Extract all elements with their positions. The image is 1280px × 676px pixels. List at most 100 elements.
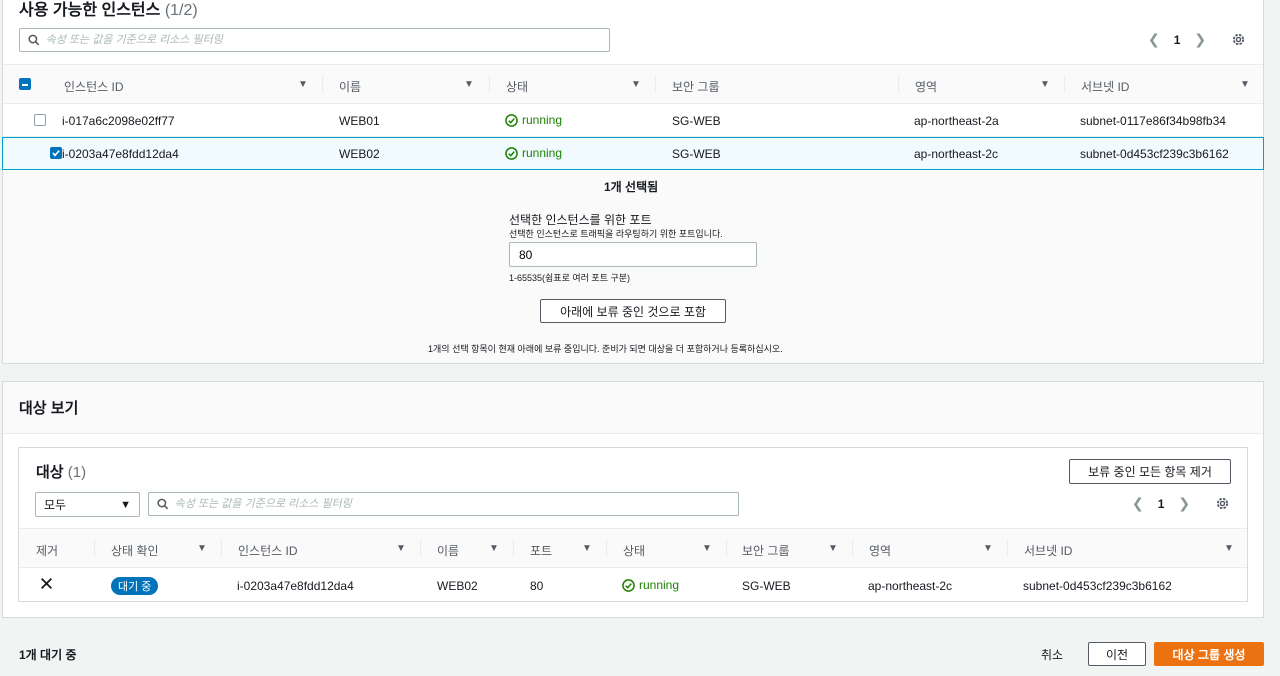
column-header-health[interactable]: 상태 확인 <box>111 542 159 559</box>
sort-caret-icon[interactable]: ▼ <box>464 79 474 90</box>
row-checkbox-checked[interactable] <box>49 147 62 159</box>
sort-caret-icon[interactable]: ▼ <box>983 543 993 554</box>
security-group: SG-WEB <box>742 579 791 593</box>
settings-gear-icon[interactable] <box>1231 32 1246 50</box>
instance-id: i-0203a47e8fdd12da4 <box>237 579 354 593</box>
status-badge: 대기 중 <box>111 577 159 595</box>
instance-name: WEB02 <box>339 147 380 161</box>
availability-zone: ap-northeast-2c <box>914 147 999 161</box>
state-label: running <box>639 578 680 592</box>
column-divider <box>655 75 656 93</box>
instance-state: running <box>505 113 562 127</box>
chevron-left-icon[interactable]: ❮ <box>1132 495 1144 512</box>
row-checkbox[interactable] <box>34 114 47 126</box>
pending-note: 1개의 선택 항목이 현재 아래에 보류 중입니다. 준비가 되면 대상을 더 … <box>428 344 783 354</box>
check-circle-icon <box>505 113 518 127</box>
checkmark-icon <box>52 150 60 157</box>
port-input[interactable] <box>509 242 757 267</box>
available-search-field[interactable] <box>19 28 610 52</box>
targets-search-field[interactable] <box>148 492 739 516</box>
security-group: SG-WEB <box>672 114 721 128</box>
sort-caret-icon[interactable]: ▼ <box>1240 79 1250 90</box>
available-search-input[interactable] <box>45 34 609 46</box>
chevron-right-icon[interactable]: ❯ <box>1194 31 1206 48</box>
sort-caret-icon[interactable]: ▼ <box>1224 543 1234 554</box>
search-icon <box>28 34 40 46</box>
column-header-zone[interactable]: 영역 <box>869 542 891 559</box>
chevron-right-icon[interactable]: ❯ <box>1178 495 1190 512</box>
column-header-state[interactable]: 상태 <box>506 78 528 95</box>
column-header-instance-id[interactable]: 인스턴스 ID <box>64 78 124 95</box>
instance-state: running <box>622 578 679 592</box>
column-divider <box>1064 75 1065 93</box>
filter-select-value: 모두 <box>44 498 67 512</box>
column-divider <box>221 539 222 557</box>
targets-heading: 대상 (1) <box>36 461 86 482</box>
subnet-id: subnet-0d453cf239c3b6162 <box>1023 579 1172 593</box>
targets-title: 대상 <box>36 464 64 481</box>
sort-caret-icon[interactable]: ▼ <box>1040 79 1050 90</box>
review-header-band <box>3 382 1263 434</box>
sort-caret-icon[interactable]: ▼ <box>631 79 641 90</box>
port-label: 선택한 인스턴스를 위한 포트 <box>509 213 652 227</box>
remove-all-pending-button[interactable]: 보류 중인 모든 항목 제거 <box>1069 459 1231 484</box>
selected-count: 1개 선택됨 <box>604 180 659 194</box>
subnet-id: subnet-0117e86f34b98fb34 <box>1080 114 1226 128</box>
available-pagination: ❮ 1 ❯ <box>1148 31 1206 48</box>
select-all-checkbox[interactable] <box>19 78 31 90</box>
column-divider <box>852 539 853 557</box>
table-row-selected[interactable] <box>2 137 1264 170</box>
chevron-left-icon[interactable]: ❮ <box>1148 31 1160 48</box>
sort-caret-icon[interactable]: ▼ <box>396 543 406 554</box>
column-divider <box>489 75 490 93</box>
targets-search-input[interactable] <box>174 498 738 510</box>
column-header-name[interactable]: 이름 <box>339 78 361 95</box>
check-circle-icon <box>505 146 518 160</box>
page-number[interactable]: 1 <box>1158 497 1165 511</box>
create-target-group-button[interactable]: 대상 그룹 생성 <box>1154 642 1264 666</box>
column-divider <box>513 539 514 557</box>
caret-down-icon: ▼ <box>120 498 131 511</box>
column-header-subnet-id[interactable]: 서브넷 ID <box>1024 542 1072 559</box>
targets-pagination: ❮ 1 ❯ <box>1132 495 1190 512</box>
column-header-security-group[interactable]: 보안 그룹 <box>672 78 720 95</box>
table-row[interactable] <box>3 104 1263 137</box>
pending-count: 1개 대기 중 <box>19 648 77 662</box>
sort-caret-icon[interactable]: ▼ <box>298 79 308 90</box>
settings-gear-icon[interactable] <box>1215 496 1230 514</box>
column-divider <box>322 75 323 93</box>
instance-name: WEB02 <box>437 579 478 593</box>
include-pending-button[interactable]: 아래에 보류 중인 것으로 포함 <box>540 299 726 323</box>
column-divider <box>420 539 421 557</box>
remove-x-icon[interactable] <box>40 577 53 593</box>
column-header-name[interactable]: 이름 <box>437 542 459 559</box>
review-targets-title: 대상 보기 <box>19 400 79 417</box>
column-header-instance-id[interactable]: 인스턴스 ID <box>238 542 298 559</box>
cancel-button[interactable]: 취소 <box>1030 642 1074 666</box>
sort-caret-icon[interactable]: ▼ <box>828 543 838 554</box>
column-header-security-group[interactable]: 보안 그룹 <box>742 542 790 559</box>
availability-zone: ap-northeast-2a <box>914 114 999 128</box>
availability-zone: ap-northeast-2c <box>868 579 953 593</box>
subnet-id: subnet-0d453cf239c3b6162 <box>1080 147 1229 161</box>
state-label: running <box>522 113 563 127</box>
page-number[interactable]: 1 <box>1174 33 1181 47</box>
instance-id: i-017a6c2098e02ff77 <box>62 114 175 128</box>
sort-caret-icon[interactable]: ▼ <box>582 543 592 554</box>
column-header-zone[interactable]: 영역 <box>915 78 937 95</box>
column-header-subnet-id[interactable]: 서브넷 ID <box>1081 78 1129 95</box>
security-group: SG-WEB <box>672 147 721 161</box>
column-header-remove: 제거 <box>36 544 59 558</box>
sort-caret-icon[interactable]: ▼ <box>489 543 499 554</box>
targets-count: (1) <box>67 464 87 481</box>
column-divider <box>898 75 899 93</box>
filter-select[interactable]: 모두 ▼ <box>35 492 140 517</box>
column-header-state[interactable]: 상태 <box>623 542 645 559</box>
state-label: running <box>522 146 563 160</box>
sort-caret-icon[interactable]: ▼ <box>197 543 207 554</box>
column-header-port[interactable]: 포트 <box>530 542 552 559</box>
column-divider <box>1007 539 1008 557</box>
previous-button[interactable]: 이전 <box>1088 642 1146 666</box>
instance-state: running <box>505 146 562 160</box>
sort-caret-icon[interactable]: ▼ <box>702 543 712 554</box>
